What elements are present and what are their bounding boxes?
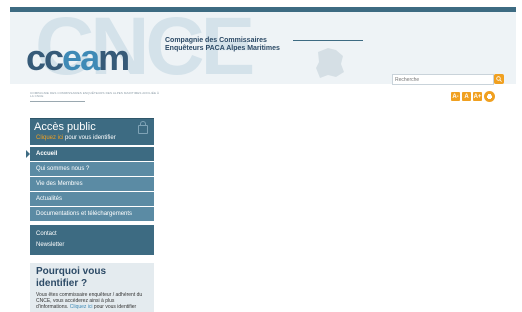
menu-item-documentations[interactable]: Documentations et téléchargements	[30, 207, 154, 221]
access-suffix: pour vous identifier	[63, 135, 116, 141]
logo-part: cc	[26, 37, 64, 78]
print-icon	[487, 94, 492, 99]
print-button[interactable]	[484, 91, 495, 102]
font-increase-button[interactable]: A+	[473, 92, 482, 101]
search-input[interactable]	[392, 74, 494, 85]
site-logo[interactable]: cceam	[26, 37, 130, 78]
header-caption: Compagnie des commissaires enquêteurs de…	[30, 91, 160, 98]
menu-item-qui-sommes-nous[interactable]: Qui sommes nous ?	[30, 162, 154, 176]
why-login-link[interactable]: Cliquez ici	[70, 304, 93, 310]
accessibility-tools: A- A A+	[451, 91, 495, 102]
logo-part-accent: ea	[62, 37, 100, 78]
access-title: Accès public	[34, 121, 96, 133]
main-menu: Accueil Qui sommes nous ? Vie des Membre…	[26, 147, 154, 221]
menu-item-accueil[interactable]: Accueil	[26, 147, 154, 161]
sidebar: Accès public Cliquez ici pour vous ident…	[26, 118, 154, 312]
login-link[interactable]: Cliquez ici	[36, 135, 63, 141]
why-title: Pourquoi vous identifier ?	[36, 266, 106, 289]
lock-icon	[138, 121, 148, 134]
logo-part: m	[98, 37, 130, 78]
why-identify-panel: Pourquoi vous identifier ? Vous êtes com…	[30, 263, 154, 312]
search-icon	[496, 76, 502, 82]
access-panel: Accès public Cliquez ici pour vous ident…	[30, 118, 154, 145]
access-login-text: Cliquez ici pour vous identifier	[36, 135, 116, 141]
font-reset-button[interactable]: A	[462, 92, 471, 101]
france-map-icon	[316, 48, 344, 78]
font-decrease-button[interactable]: A-	[451, 92, 460, 101]
title-rule	[293, 40, 363, 41]
menu-item-actualites[interactable]: Actualités	[30, 192, 154, 206]
why-suffix: pour vous identifier	[92, 304, 137, 310]
menu-item-newsletter[interactable]: Newsletter	[36, 240, 148, 251]
menu-item-vie-des-membres[interactable]: Vie des Membres	[30, 177, 154, 191]
organization-title: Compagnie des Commissaires Enquêteurs PA…	[165, 37, 280, 52]
menu-item-contact[interactable]: Contact	[36, 229, 148, 240]
caption-rule	[30, 101, 85, 102]
secondary-menu: Contact Newsletter	[30, 225, 154, 255]
search-button[interactable]	[494, 74, 504, 84]
